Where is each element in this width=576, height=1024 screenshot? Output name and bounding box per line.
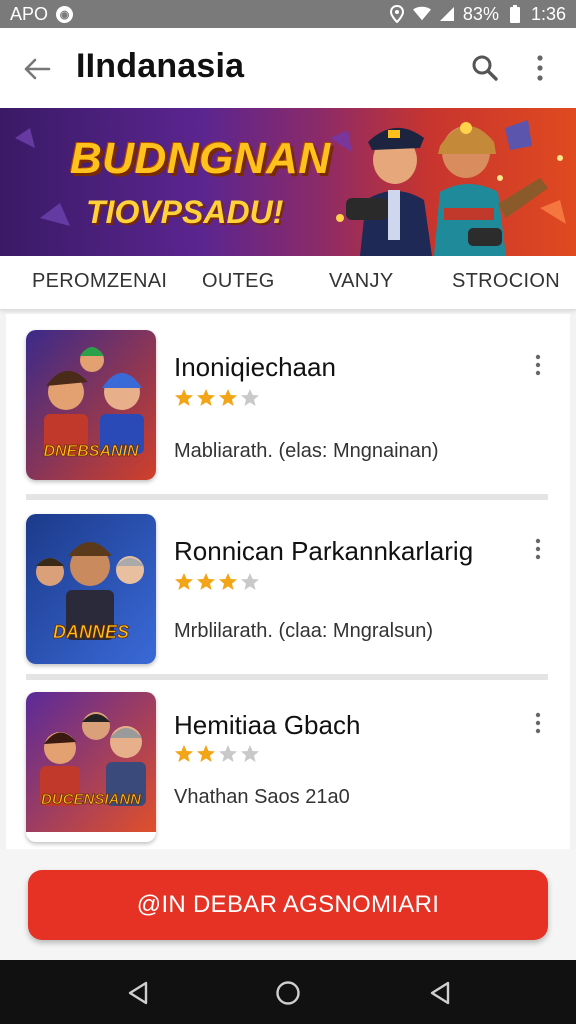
list-item[interactable]: DUCENSIANN Hemitiaa Gbach Vhathan Saos 2… [6, 680, 570, 850]
category-tabs: PEROMZENAI OUTEG VANJY STROCION [0, 256, 576, 310]
star-rating [174, 744, 260, 764]
promo-banner[interactable]: BUDNGNAN TIOVPSADU! [0, 108, 576, 256]
item-menu-button[interactable] [528, 350, 548, 380]
location-icon [388, 5, 406, 23]
tab-peromzenai[interactable]: PEROMZENAI [32, 270, 167, 293]
star-icon [197, 573, 215, 590]
nav-home-button[interactable] [271, 976, 305, 1010]
battery-icon [506, 5, 524, 23]
game-title: Inoniqiechaan [174, 352, 336, 382]
star-icon [175, 745, 193, 762]
banner-headline: BUDNGNAN [70, 134, 331, 183]
cta-area: @IN DEBAR AGSNOMIARI [0, 849, 576, 960]
overflow-menu-button[interactable] [525, 50, 555, 86]
star-icon [219, 573, 237, 590]
more-vert-icon [535, 538, 541, 560]
nav-recents-button[interactable] [423, 976, 457, 1010]
list-item[interactable]: DNEBSANIN Inoniqiechaan Mabliarath. (ela… [6, 314, 570, 484]
star-icon [197, 745, 215, 762]
clock: 1:36 [530, 3, 566, 24]
svg-text:DUCENSIANN: DUCENSIANN [41, 791, 142, 808]
search-button[interactable] [467, 50, 503, 86]
game-list: DNEBSANIN Inoniqiechaan Mabliarath. (ela… [6, 314, 570, 849]
system-nav-bar [0, 960, 576, 1024]
tab-strocion[interactable]: STROCION [452, 270, 560, 293]
status-right: 83% 1:36 [388, 4, 566, 25]
star-rating [174, 572, 260, 592]
more-vert-icon [535, 712, 541, 734]
star-icon [219, 389, 237, 406]
star-icon [197, 389, 215, 406]
item-menu-button[interactable] [528, 534, 548, 564]
star-icon [241, 745, 259, 762]
banner-subheadline: TIOVPSADU! [86, 194, 284, 230]
star-icon [241, 573, 259, 590]
more-vert-icon [535, 354, 541, 376]
carrier-label: APO [10, 3, 49, 24]
nav-back-button[interactable] [121, 976, 155, 1010]
more-vert-icon [537, 55, 543, 81]
tab-vanjy[interactable]: VANJY [329, 270, 393, 293]
triangle-back-icon [128, 981, 148, 1005]
tab-outeg[interactable]: OUTEG [202, 270, 275, 293]
battery-percent: 83% [462, 3, 499, 24]
wifi-icon [412, 5, 431, 23]
app-screen: APO ◉ 83% 1:36 IIndanasia BUDNGNAN TIOVP… [0, 0, 576, 1024]
item-menu-button[interactable] [528, 708, 548, 738]
star-icon [219, 745, 237, 762]
game-title: Ronnican Parkannkarlarig [174, 536, 474, 566]
search-icon [472, 55, 498, 81]
arrow-back-icon [24, 58, 51, 80]
game-subtitle: Vhathan Saos 21a0 [174, 786, 350, 808]
recents-icon [430, 981, 450, 1005]
status-bar: APO ◉ 83% 1:36 [0, 0, 576, 28]
star-icon [241, 389, 259, 406]
circle-home-icon [276, 981, 300, 1005]
star-icon [175, 389, 193, 406]
svg-text:DANNES: DANNES [53, 622, 129, 642]
game-thumbnail: DUCENSIANN [26, 692, 156, 842]
app-bar: IIndanasia [0, 28, 576, 108]
list-item[interactable]: DANNES Ronnican Parkannkarlarig Mrblilar… [6, 500, 570, 670]
game-subtitle: Mrblilarath. (claa: Mngralsun) [174, 620, 433, 642]
star-icon [175, 573, 193, 590]
back-button[interactable] [20, 52, 54, 86]
notification-icon: ◉ [56, 5, 74, 23]
game-thumbnail: DANNES [26, 514, 156, 664]
game-thumbnail: DNEBSANIN [26, 330, 156, 480]
primary-action-button[interactable]: @IN DEBAR AGSNOMIARI [28, 870, 548, 940]
signal-icon [438, 5, 456, 23]
svg-text:DNEBSANIN: DNEBSANIN [43, 443, 139, 460]
game-title: Hemitiaa Gbach [174, 710, 361, 740]
star-rating [174, 388, 260, 408]
game-subtitle: Mabliarath. (elas: Mngnainan) [174, 440, 439, 462]
page-title: IIndanasia [76, 47, 245, 85]
status-left: APO ◉ [10, 3, 74, 25]
